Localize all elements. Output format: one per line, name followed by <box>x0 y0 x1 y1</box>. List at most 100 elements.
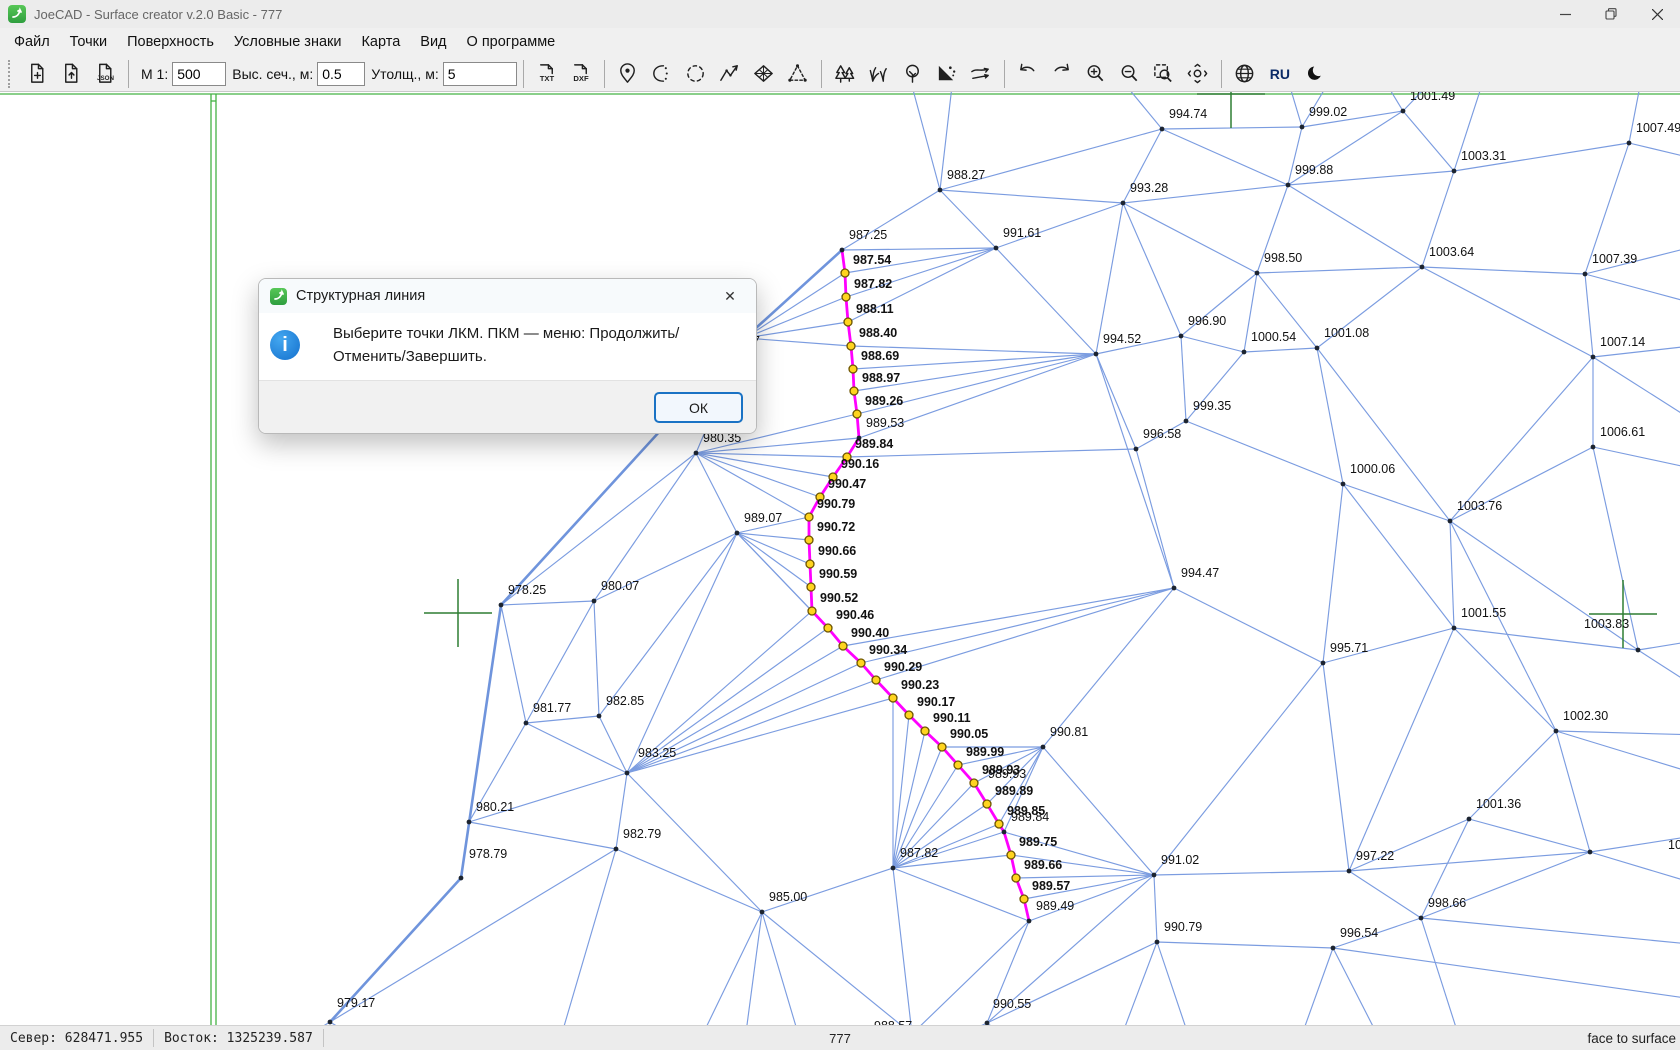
elevation-label: 999.02 <box>1309 105 1347 119</box>
section-height-input[interactable] <box>317 62 365 86</box>
dialog-close-icon[interactable]: ✕ <box>714 284 746 309</box>
undo-button[interactable] <box>1015 60 1041 88</box>
tin-vertex <box>1184 419 1189 424</box>
tin-vertex <box>459 876 464 881</box>
elevation-label: 979.17 <box>337 996 375 1010</box>
tin-vertex <box>1591 445 1596 450</box>
new-file-button[interactable] <box>24 60 50 88</box>
elevation-label: 987.25 <box>849 228 887 242</box>
json-file-button[interactable]: JSON <box>92 60 118 88</box>
elevation-label: 1000.54 <box>1251 330 1296 344</box>
menu-view[interactable]: Вид <box>410 31 456 53</box>
elevation-label: 987.82 <box>900 846 938 860</box>
thicken-label: Утолщ., м: <box>371 66 439 82</box>
elevation-label: 989.07 <box>744 511 782 525</box>
tin-vertex <box>994 246 999 251</box>
txt-export-button[interactable]: TXT <box>534 60 560 88</box>
status-bar: Север: 628471.955 Восток: 1325239.587 77… <box>0 1025 1680 1050</box>
elevation-label: 980.21 <box>476 800 514 814</box>
minimize-button[interactable] <box>1542 0 1588 28</box>
tin-vertex <box>328 1020 333 1025</box>
contour-line-button[interactable] <box>649 60 675 88</box>
zoom-out-button[interactable] <box>1117 60 1143 88</box>
elevation-label: 1007.39 <box>1592 252 1637 266</box>
tin-vertex <box>1452 626 1457 631</box>
structure-line-icon <box>718 62 741 85</box>
import-file-icon <box>60 62 83 85</box>
structure-point <box>844 318 852 326</box>
zoom-extents-button[interactable] <box>1151 60 1177 88</box>
selection-lasso-button[interactable] <box>683 60 709 88</box>
dark-mode-button[interactable] <box>1302 60 1328 88</box>
point-pin-button[interactable] <box>615 60 641 88</box>
elevation-label: 982.85 <box>606 694 644 708</box>
menu-points[interactable]: Точки <box>60 31 117 53</box>
structure-point <box>905 711 913 719</box>
zoom-in-icon <box>1084 62 1107 85</box>
status-east: Восток: 1325239.587 <box>154 1031 323 1046</box>
structure-point <box>889 694 897 702</box>
tree-button[interactable] <box>900 60 926 88</box>
structure-point-label: 990.72 <box>817 520 855 534</box>
forest-button[interactable] <box>832 60 858 88</box>
menu-about[interactable]: О программе <box>457 31 566 53</box>
tin-vertex <box>1554 729 1559 734</box>
elevation-label: 983.25 <box>638 746 676 760</box>
elevation-label: 997.22 <box>1356 849 1394 863</box>
restore-button[interactable] <box>1588 0 1634 28</box>
tin-vertex <box>592 599 597 604</box>
ok-button[interactable]: ОК <box>654 392 743 423</box>
pan-button[interactable] <box>1185 60 1211 88</box>
structure-point <box>995 820 1003 828</box>
tin-vertex <box>1419 916 1424 921</box>
menu-map[interactable]: Карта <box>351 31 410 53</box>
menu-symbols[interactable]: Условные знаки <box>224 31 352 53</box>
close-button[interactable] <box>1634 0 1680 28</box>
app-logo-icon <box>8 5 26 23</box>
txt-export-icon: TXT <box>535 62 558 85</box>
menu-surface[interactable]: Поверхность <box>117 31 224 53</box>
svg-text:JSON: JSON <box>97 75 114 82</box>
thicken-input[interactable] <box>443 62 517 86</box>
surface-mesh-button[interactable] <box>751 60 777 88</box>
elevation-label: 988.27 <box>947 168 985 182</box>
contour-line-icon <box>650 62 673 85</box>
selection-lasso-icon <box>684 62 707 85</box>
structure-line-dialog: Структурная линия ✕ i Выберите точки ЛКМ… <box>258 278 757 434</box>
map-canvas[interactable]: 994.74999.021001.491007.491003.31999.889… <box>0 92 1680 1025</box>
structure-point <box>807 583 815 591</box>
zoom-extents-icon <box>1152 62 1175 85</box>
toolbar-grip-handle[interactable] <box>8 60 13 88</box>
structure-point-label: 990.66 <box>818 544 856 558</box>
window-title: JoeCAD - Surface creator v.2.0 Basic - 7… <box>34 7 282 22</box>
dxf-export-button[interactable]: DXF <box>568 60 594 88</box>
tree-icon <box>901 62 924 85</box>
title-bar: JoeCAD - Surface creator v.2.0 Basic - 7… <box>0 0 1680 28</box>
zoom-in-button[interactable] <box>1083 60 1109 88</box>
dialog-message: Выберите точки ЛКМ. ПКМ — меню: Продолжи… <box>333 323 743 368</box>
tin-vertex <box>1152 873 1157 878</box>
tin-triangle-button[interactable] <box>785 60 811 88</box>
tin-vertex <box>524 721 529 726</box>
globe-button[interactable] <box>1232 60 1258 88</box>
language-button[interactable]: RU <box>1270 66 1290 82</box>
structure-line-button[interactable] <box>717 60 743 88</box>
rocks-button[interactable] <box>934 60 960 88</box>
elevation-label: 1003.83 <box>1584 617 1629 631</box>
slope-button[interactable] <box>968 60 994 88</box>
elevation-label: 994.47 <box>1181 566 1219 580</box>
redo-button[interactable] <box>1049 60 1075 88</box>
scale-input[interactable] <box>172 62 226 86</box>
menu-file[interactable]: Файл <box>4 31 60 53</box>
elevation-label: 1000.06 <box>1350 462 1395 476</box>
svg-text:TXT: TXT <box>540 74 555 83</box>
map-svg[interactable]: 994.74999.021001.491007.491003.31999.889… <box>0 92 1680 1025</box>
import-file-button[interactable] <box>58 60 84 88</box>
structure-point-label: 990.46 <box>836 608 874 622</box>
tin-vertex <box>1002 830 1007 835</box>
tin-vertex <box>1041 745 1046 750</box>
structure-point <box>849 365 857 373</box>
grass-button[interactable] <box>866 60 892 88</box>
tin-vertex <box>1134 447 1139 452</box>
structure-point <box>938 743 946 751</box>
